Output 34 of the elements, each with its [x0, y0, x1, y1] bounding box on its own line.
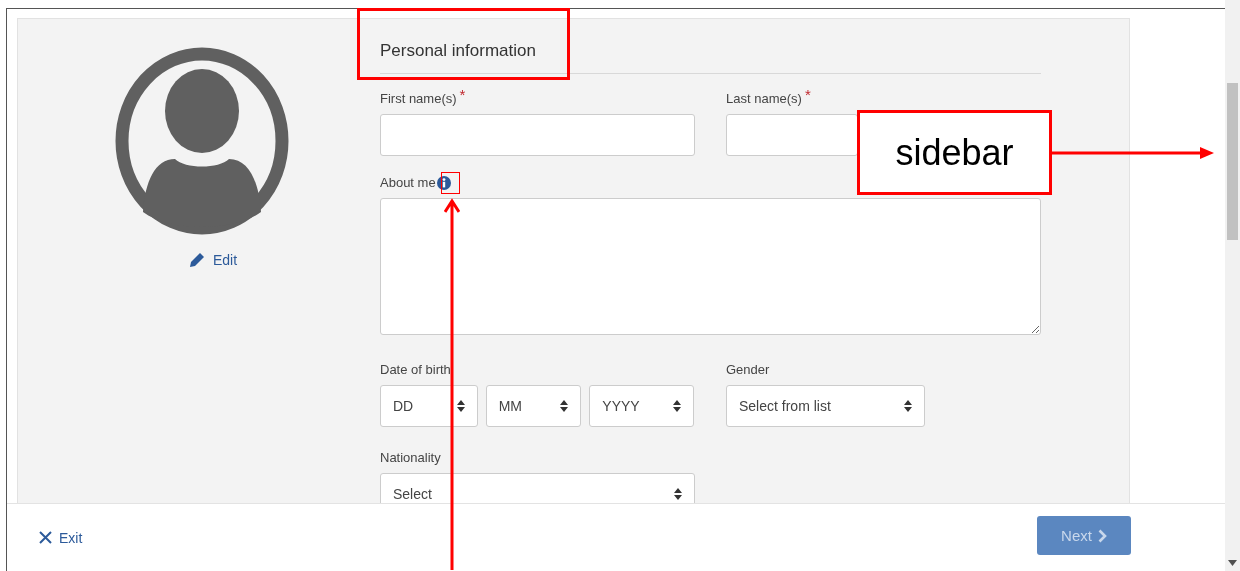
info-icon[interactable]	[436, 176, 451, 190]
sort-icon	[904, 400, 912, 412]
field-label: Gender	[726, 362, 770, 378]
sort-icon	[674, 488, 682, 500]
scroll-down-icon[interactable]	[1228, 560, 1237, 566]
sort-icon	[456, 400, 465, 412]
select-dropdown[interactable]: MM	[485, 385, 582, 427]
close-icon	[39, 531, 52, 545]
required-mark: *	[459, 87, 466, 103]
field-label: About me	[380, 175, 436, 191]
scrollbar[interactable]	[1225, 0, 1240, 571]
select-dropdown[interactable]: Select	[380, 473, 695, 504]
chevron-right-icon	[1097, 528, 1107, 543]
sort-icon	[673, 400, 681, 412]
text-input[interactable]	[726, 114, 858, 156]
field-label: First name(s)	[380, 91, 457, 107]
pencil-icon	[188, 252, 205, 268]
field-label: Nationality	[380, 450, 441, 466]
about-textarea[interactable]	[380, 198, 1041, 335]
text-input[interactable]	[380, 114, 695, 156]
field-label: Date of birth	[380, 362, 451, 378]
callout-label: sidebar	[857, 110, 1052, 195]
field-label: Last name(s)	[726, 91, 802, 107]
scrollbar-thumb[interactable]	[1227, 83, 1238, 240]
select-dropdown[interactable]: YYYY	[589, 385, 694, 427]
avatar-icon	[115, 47, 289, 235]
section-heading: Personal information	[380, 41, 1041, 74]
select-dropdown[interactable]: DD	[380, 385, 478, 427]
exit-link[interactable]: Exit	[39, 529, 83, 546]
edit-link[interactable]: Edit	[188, 252, 238, 268]
select-dropdown[interactable]: Select from list	[726, 385, 925, 427]
sort-icon	[560, 400, 569, 412]
required-mark: *	[804, 87, 811, 103]
highlight-box	[441, 172, 460, 194]
